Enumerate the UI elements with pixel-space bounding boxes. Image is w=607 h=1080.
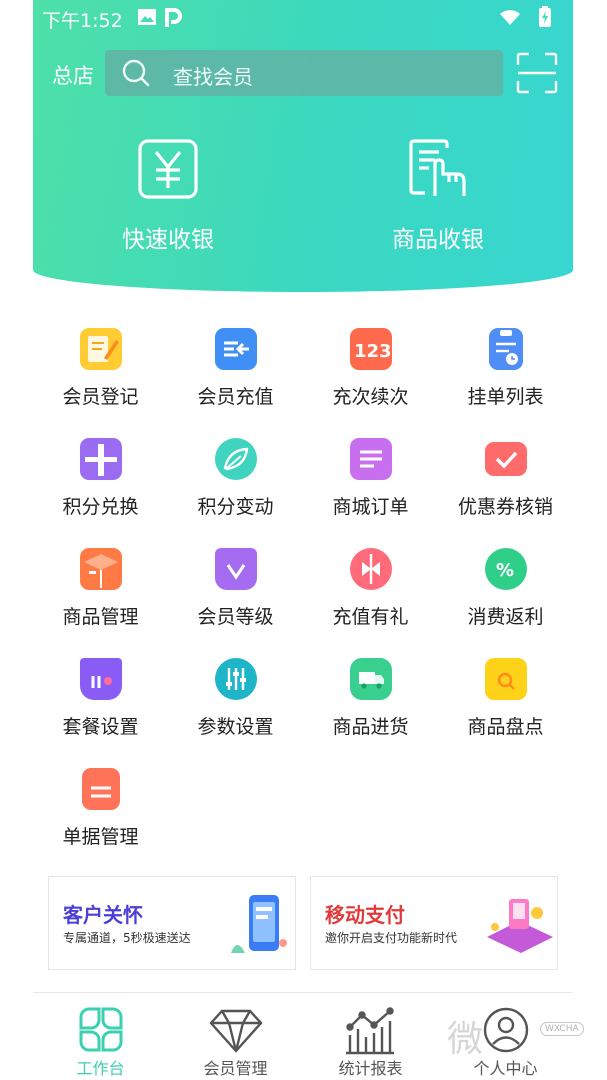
- grid-item-points-exchange[interactable]: 积分兑换: [33, 430, 168, 535]
- grid-item-label: 商品进货: [332, 716, 409, 738]
- quick-cashier-button[interactable]: 快速收银: [68, 138, 268, 254]
- wifi-icon: [499, 8, 521, 30]
- yen-icon: [137, 139, 199, 204]
- grid-item-label: 套餐设置: [62, 716, 139, 738]
- phone-illustration-icon: [227, 893, 293, 967]
- tab-member-manage[interactable]: 会员管理: [168, 1001, 303, 1078]
- grid-item-label: 消费返利: [467, 606, 544, 628]
- order-icon: [350, 438, 392, 480]
- grid-item-document-manage[interactable]: 单据管理: [33, 760, 168, 865]
- battery-icon: [538, 6, 552, 32]
- search-input[interactable]: 查找会员: [105, 50, 503, 96]
- banner-subtitle: 邀你开启支付功能新时代: [325, 931, 458, 945]
- feather-icon: [215, 438, 257, 480]
- chart-icon: [346, 1007, 396, 1059]
- bottom-tab-bar: 工作台 会员管理 统计报表 个人中心: [33, 992, 573, 1080]
- percent-badge-icon: %: [485, 548, 527, 590]
- grid-item-label: 积分变动: [197, 496, 274, 518]
- app-screen: 下午1:52 总店 查找会员 快速收银 商品收银 会员登记 会员充值 123 充…: [33, 0, 573, 1080]
- grid-item-mall-orders[interactable]: 商城订单: [303, 430, 438, 535]
- grid-item-label: 充值有礼: [332, 606, 409, 628]
- recharge-icon: [215, 328, 257, 370]
- box-icon: [80, 548, 122, 590]
- svg-text:123: 123: [354, 341, 392, 362]
- grid-item-label: 积分兑换: [62, 496, 139, 518]
- svg-text:%: %: [496, 560, 514, 581]
- grid-item-stock-take[interactable]: 商品盘点: [438, 650, 573, 755]
- image-icon: [137, 8, 157, 30]
- tab-label: 会员管理: [203, 1059, 268, 1078]
- folder-icon: [82, 768, 120, 810]
- tab-workbench[interactable]: 工作台: [33, 1001, 168, 1078]
- grid-item-label: 商品管理: [62, 606, 139, 628]
- clipboard-icon: [489, 328, 523, 370]
- count-123-icon: 123: [350, 328, 392, 370]
- ribbon-icon: [350, 548, 392, 590]
- tab-label: 统计报表: [338, 1059, 403, 1078]
- store-name[interactable]: 总店: [52, 60, 94, 90]
- grid-item-pending-list[interactable]: 挂单列表: [438, 320, 573, 425]
- gift-icon: [80, 438, 122, 480]
- grid-item-label: 商品盘点: [467, 716, 544, 738]
- profile-icon: [483, 1007, 529, 1057]
- top-header: 总店 查找会员: [33, 50, 573, 96]
- grid-item-member-level[interactable]: 会员等级: [168, 540, 303, 645]
- status-time: 下午1:52: [42, 10, 123, 32]
- grid-item-product-manage[interactable]: 商品管理: [33, 540, 168, 645]
- grid-item-label: 会员充值: [197, 386, 274, 408]
- grid-item-recharge-gift[interactable]: 充值有礼: [303, 540, 438, 645]
- grid-item-product-purchase[interactable]: 商品进货: [303, 650, 438, 755]
- grid-item-member-register[interactable]: 会员登记: [33, 320, 168, 425]
- customer-care-banner[interactable]: 客户关怀 专属通道，5秒极速送达: [48, 876, 296, 970]
- watermark-logo: 微: [447, 1019, 484, 1060]
- grid-item-rebate[interactable]: % 消费返利: [438, 540, 573, 645]
- grid-item-label: 单据管理: [62, 826, 139, 848]
- grid-item-label: 挂单列表: [467, 386, 544, 408]
- product-cashier-icon: [407, 139, 469, 204]
- banner-subtitle: 专属通道，5秒极速送达: [63, 931, 191, 945]
- grid-item-label: 参数设置: [197, 716, 274, 738]
- search-icon: [121, 58, 151, 92]
- grid-item-member-recharge[interactable]: 会员充值: [168, 320, 303, 425]
- grid-item-count-renew[interactable]: 123 充次续次: [303, 320, 438, 425]
- mobile-pay-banner[interactable]: 移动支付 邀你开启支付功能新时代: [310, 876, 558, 970]
- crown-icon: [215, 548, 257, 590]
- coupon-icon: [485, 442, 527, 476]
- register-icon: [80, 328, 122, 370]
- banner-title: 移动支付: [325, 903, 405, 927]
- product-cashier-button[interactable]: 商品收银: [338, 138, 538, 254]
- p-app-icon: [164, 8, 182, 32]
- quick-cashier-label: 快速收银: [122, 227, 214, 253]
- tab-label: 工作台: [76, 1059, 125, 1078]
- grid-item-label: 会员等级: [197, 606, 274, 628]
- grid-item-points-change[interactable]: 积分变动: [168, 430, 303, 535]
- truck-icon: [350, 658, 392, 700]
- watermark-badge: WXCHA: [540, 1022, 584, 1036]
- banner-title: 客户关怀: [63, 903, 143, 927]
- grid-item-label: 优惠券核销: [457, 496, 553, 518]
- tab-statistics[interactable]: 统计报表: [303, 1001, 438, 1078]
- inventory-search-icon: [485, 658, 527, 700]
- grid-item-label: 商城订单: [332, 496, 409, 518]
- workbench-icon: [78, 1007, 124, 1057]
- product-cashier-label: 商品收银: [392, 227, 484, 253]
- scan-icon[interactable]: [516, 52, 558, 98]
- payment-illustration-icon: [479, 883, 557, 969]
- grid-item-label: 充次续次: [332, 386, 409, 408]
- basket-icon: [80, 658, 122, 700]
- search-placeholder: 查找会员: [173, 65, 253, 89]
- grid-item-label: 会员登记: [62, 386, 139, 408]
- grid-item-parameter-settings[interactable]: 参数设置: [168, 650, 303, 755]
- grid-item-package-settings[interactable]: 套餐设置: [33, 650, 168, 755]
- grid-item-coupon-verify[interactable]: 优惠券核销: [438, 430, 573, 535]
- diamond-icon: [209, 1009, 263, 1057]
- status-bar: 下午1:52: [33, 0, 573, 36]
- sliders-icon: [215, 658, 257, 700]
